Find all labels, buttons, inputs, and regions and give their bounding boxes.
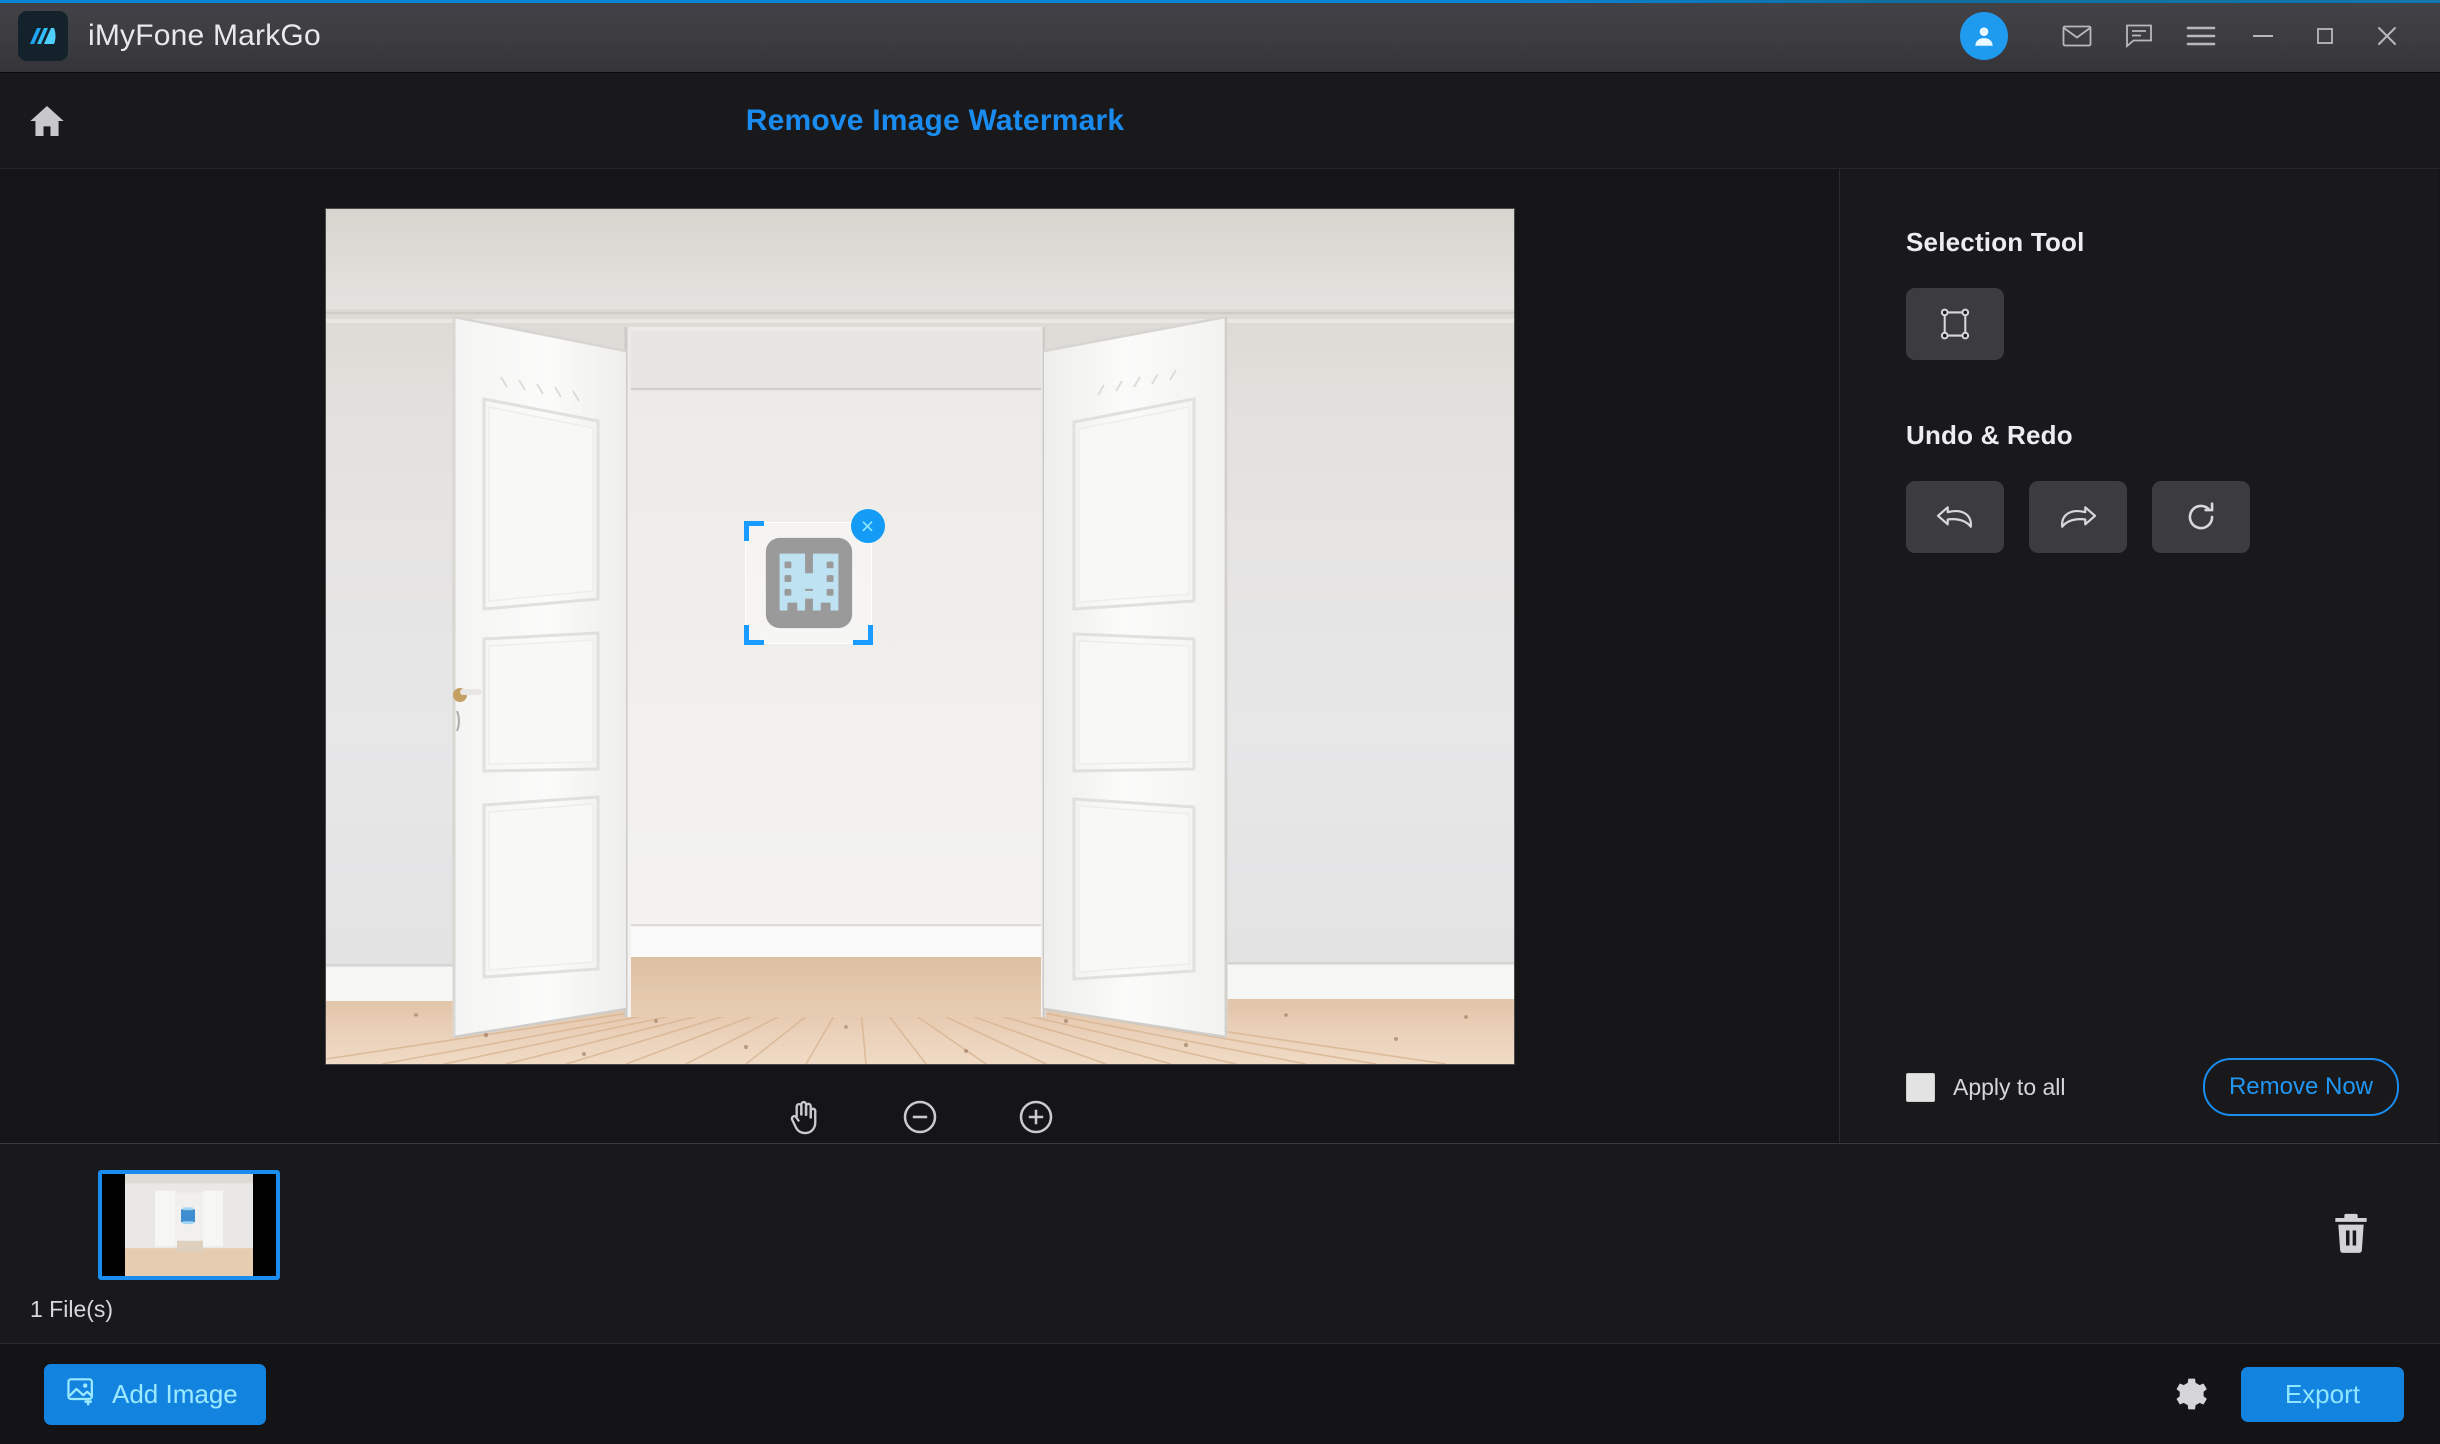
history-buttons-row bbox=[1906, 481, 2439, 553]
video-film-watermark-icon bbox=[765, 537, 852, 629]
accent-line bbox=[0, 0, 2440, 3]
title-bar: iMyFone MarkGo bbox=[0, 0, 2440, 73]
mail-button[interactable] bbox=[2046, 10, 2108, 62]
page-title: Remove Image Watermark bbox=[745, 103, 1125, 137]
room-photo bbox=[325, 209, 1514, 1064]
thumbnail-image bbox=[125, 1174, 253, 1276]
minimize-button[interactable] bbox=[2232, 10, 2294, 62]
maximize-button[interactable] bbox=[2294, 10, 2356, 62]
bottom-right-actions: Export bbox=[2165, 1366, 2404, 1422]
main-body: × Selection Tool Undo & Redo Apply to al… bbox=[0, 169, 2440, 1143]
close-button[interactable] bbox=[2356, 10, 2418, 62]
add-image-button[interactable]: Add Image bbox=[44, 1363, 266, 1425]
circle-minus-icon[interactable] bbox=[895, 1092, 945, 1142]
remove-now-button[interactable]: Remove Now bbox=[2202, 1058, 2399, 1116]
add-image-label: Add Image bbox=[112, 1378, 238, 1409]
hamburger-menu-icon[interactable] bbox=[2170, 10, 2232, 62]
remove-selection-close-icon[interactable]: × bbox=[850, 509, 885, 543]
selection-handle-top-left[interactable] bbox=[743, 521, 764, 541]
thumbnail-strip: 1 File(s) bbox=[0, 1143, 2440, 1343]
selection-handle-bottom-left[interactable] bbox=[743, 625, 764, 645]
trash-icon[interactable] bbox=[2324, 1206, 2378, 1260]
undo-arrow-icon[interactable] bbox=[1906, 481, 2004, 553]
canvas-zoom-toolbar bbox=[779, 1092, 1061, 1142]
image-preview[interactable]: × bbox=[325, 209, 1514, 1064]
selection-tool-row bbox=[1906, 288, 2439, 360]
apply-to-all-control[interactable]: Apply to all bbox=[1906, 1072, 2066, 1102]
canvas-area: × bbox=[0, 169, 1840, 1143]
refresh-circle-icon[interactable] bbox=[2152, 481, 2250, 553]
circle-plus-icon[interactable] bbox=[1011, 1092, 1061, 1142]
thumbnail-item-1[interactable] bbox=[98, 1170, 280, 1280]
watermark-selection-box[interactable]: × bbox=[743, 509, 885, 645]
app-title: iMyFone MarkGo bbox=[88, 19, 321, 52]
app-window: iMyFone MarkGo Remove Image Watermark × … bbox=[0, 0, 2440, 1444]
sidebar-action-row: Apply to all Remove Now bbox=[1840, 1031, 2439, 1143]
redo-arrow-icon[interactable] bbox=[2029, 481, 2127, 553]
image-plus-icon bbox=[66, 1376, 98, 1413]
selection-handle-bottom-right[interactable] bbox=[852, 625, 873, 645]
apply-to-all-checkbox[interactable] bbox=[1906, 1072, 1935, 1102]
account-avatar[interactable] bbox=[1960, 12, 2008, 60]
export-button[interactable]: Export bbox=[2240, 1366, 2404, 1422]
page-header: Remove Image Watermark bbox=[0, 73, 2440, 169]
feedback-button[interactable] bbox=[2108, 10, 2170, 62]
hand-icon[interactable] bbox=[779, 1092, 829, 1142]
apply-to-all-label: Apply to all bbox=[1953, 1073, 2066, 1100]
gear-icon[interactable] bbox=[2165, 1371, 2211, 1417]
home-icon[interactable] bbox=[8, 82, 86, 160]
selection-tool-heading: Selection Tool bbox=[1906, 227, 2085, 257]
file-count-label: 1 File(s) bbox=[30, 1296, 114, 1322]
tools-sidebar: Selection Tool Undo & Redo Apply to all … bbox=[1840, 169, 2439, 1143]
window-controls bbox=[1960, 10, 2440, 62]
bottom-bar: Add Image Export bbox=[0, 1343, 2440, 1444]
undo-redo-heading: Undo & Redo bbox=[1906, 420, 2073, 450]
rectangle-select-tool[interactable] bbox=[1906, 288, 2004, 360]
markgo-logo-icon bbox=[18, 11, 68, 61]
